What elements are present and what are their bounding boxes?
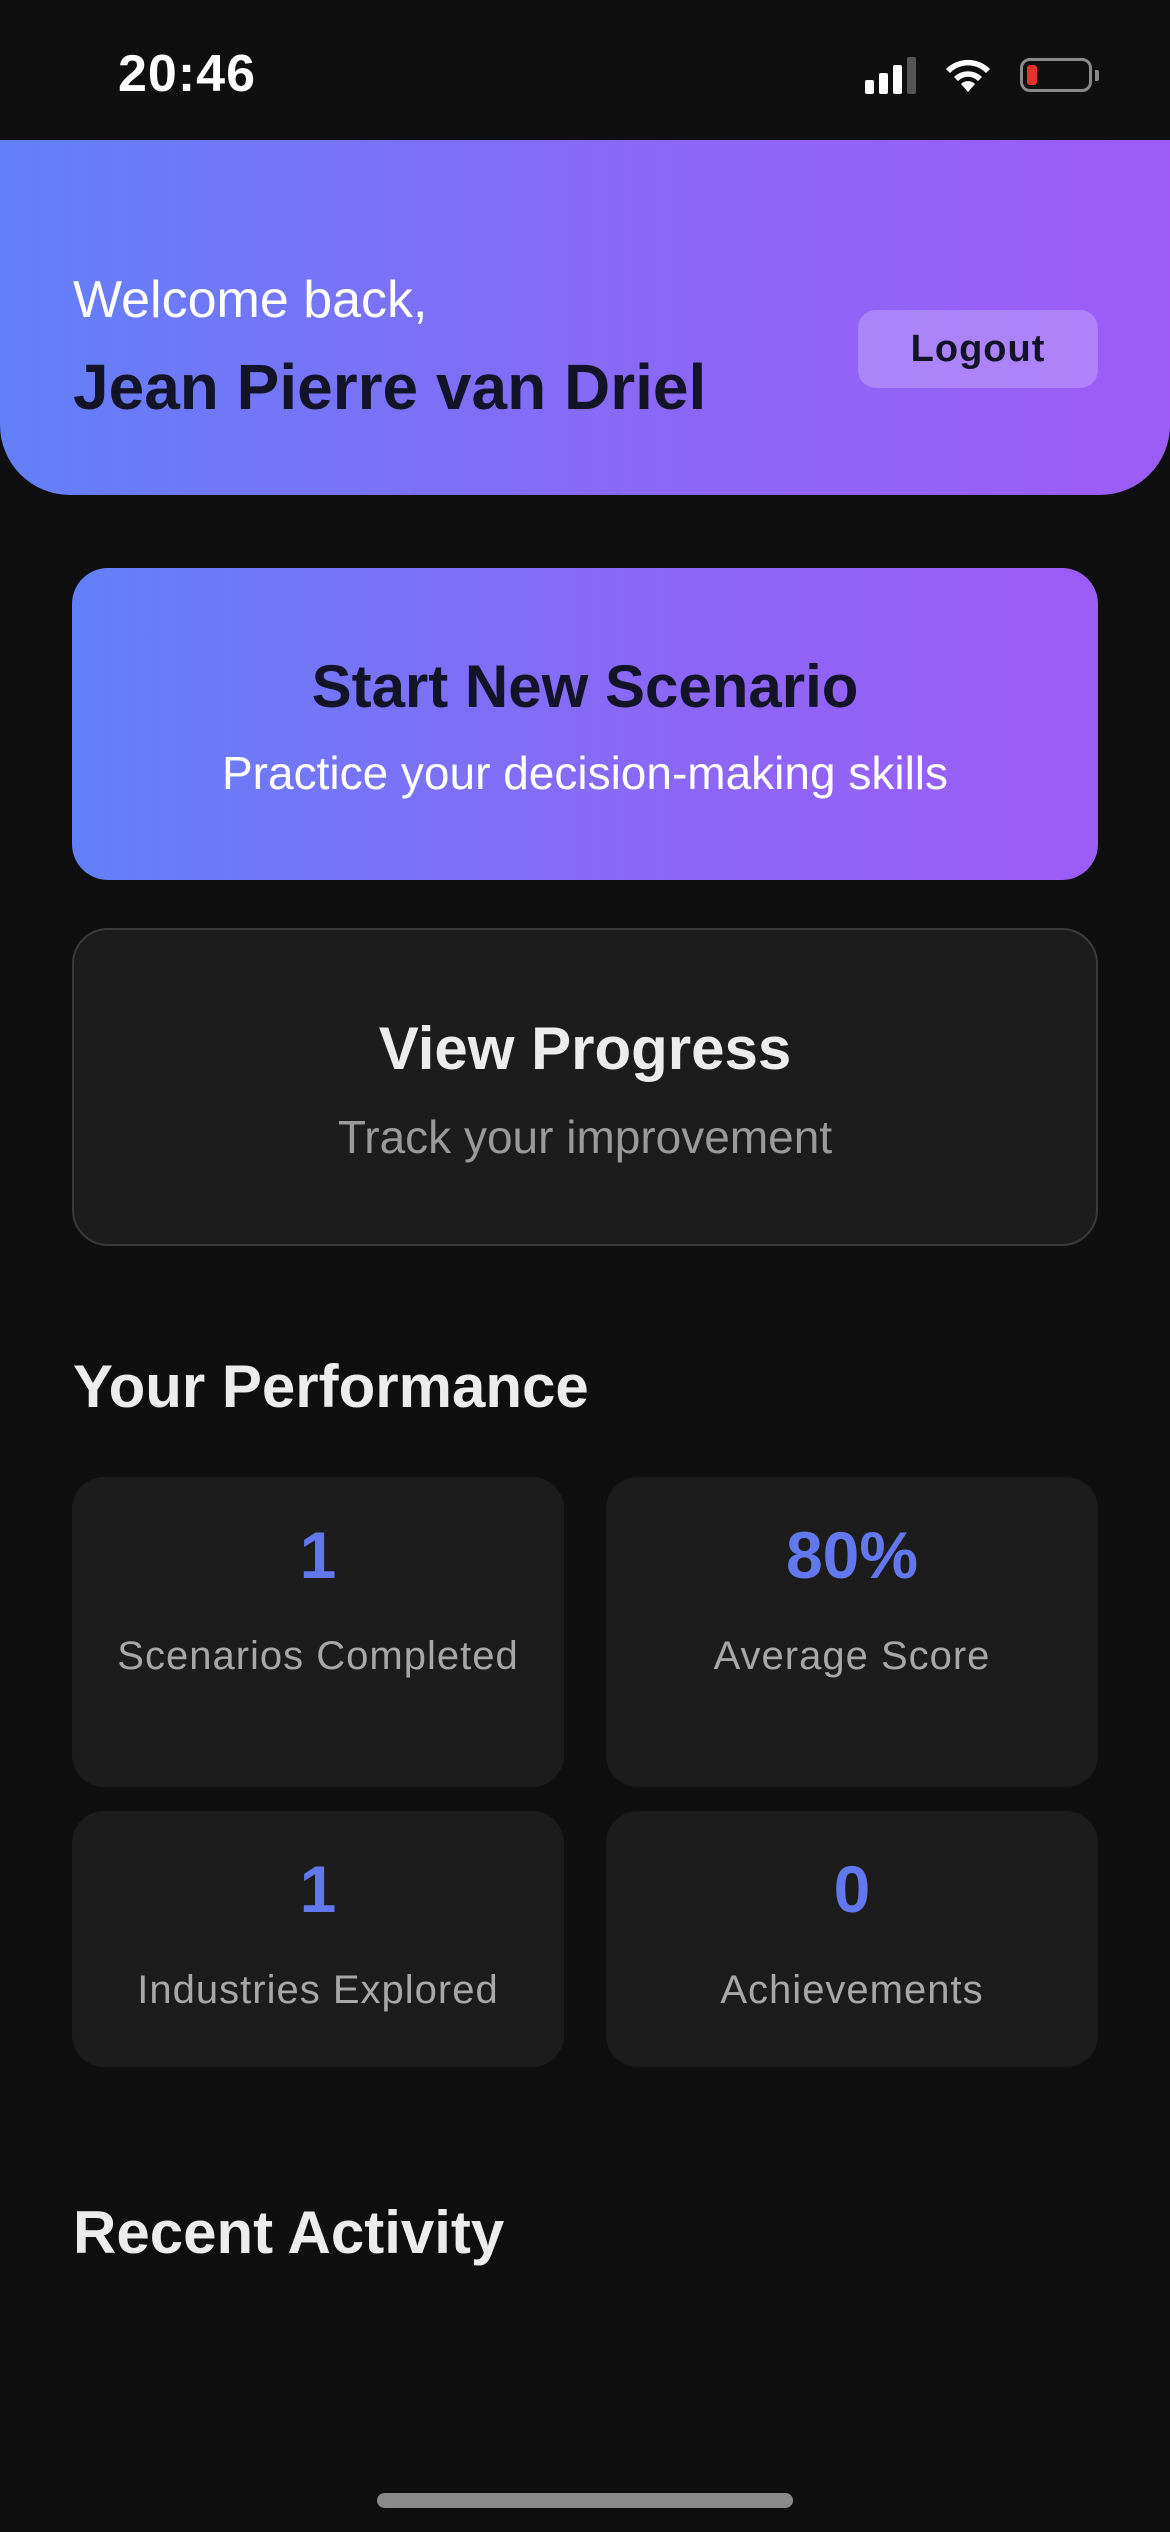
start-new-scenario-button[interactable]: Start New Scenario Practice your decisio… [72, 568, 1098, 880]
recent-activity-section-title: Recent Activity [73, 2199, 505, 2266]
user-name: Jean Pierre van Driel [73, 351, 707, 423]
view-progress-title: View Progress [378, 1015, 792, 1082]
stat-value: 1 [299, 1852, 337, 1926]
stat-card-industries-explored: 1 Industries Explored [72, 1811, 564, 2067]
view-progress-button[interactable]: View Progress Track your improvement [72, 928, 1098, 1246]
stat-card-average-score: 80% Average Score [606, 1477, 1098, 1787]
view-progress-subtitle: Track your improvement [337, 1111, 833, 1163]
battery-icon [1020, 58, 1099, 92]
stat-label: Industries Explored [137, 1968, 499, 2012]
stat-label: Average Score [713, 1634, 991, 1678]
wifi-icon [946, 59, 990, 92]
stat-value: 80% [785, 1518, 919, 1592]
header: Welcome back, Jean Pierre van Driel Logo… [0, 140, 1170, 495]
stat-card-achievements: 0 Achievements [606, 1811, 1098, 2067]
stat-value: 0 [833, 1852, 871, 1926]
status-bar: 20:46 [0, 0, 1170, 140]
welcome-text: Welcome back, [73, 271, 428, 329]
status-time: 20:46 [118, 45, 256, 103]
signal-icon [865, 56, 916, 94]
stat-label: Scenarios Completed [117, 1634, 519, 1678]
logout-button[interactable]: Logout [858, 310, 1098, 388]
stat-value: 1 [299, 1518, 337, 1592]
home-indicator[interactable] [377, 2493, 793, 2508]
start-scenario-title: Start New Scenario [311, 653, 859, 720]
stat-card-scenarios-completed: 1 Scenarios Completed [72, 1477, 564, 1787]
performance-section-title: Your Performance [73, 1353, 589, 1420]
status-icons [865, 56, 1099, 94]
start-scenario-subtitle: Practice your decision-making skills [221, 747, 949, 799]
stat-label: Achievements [720, 1968, 984, 2012]
